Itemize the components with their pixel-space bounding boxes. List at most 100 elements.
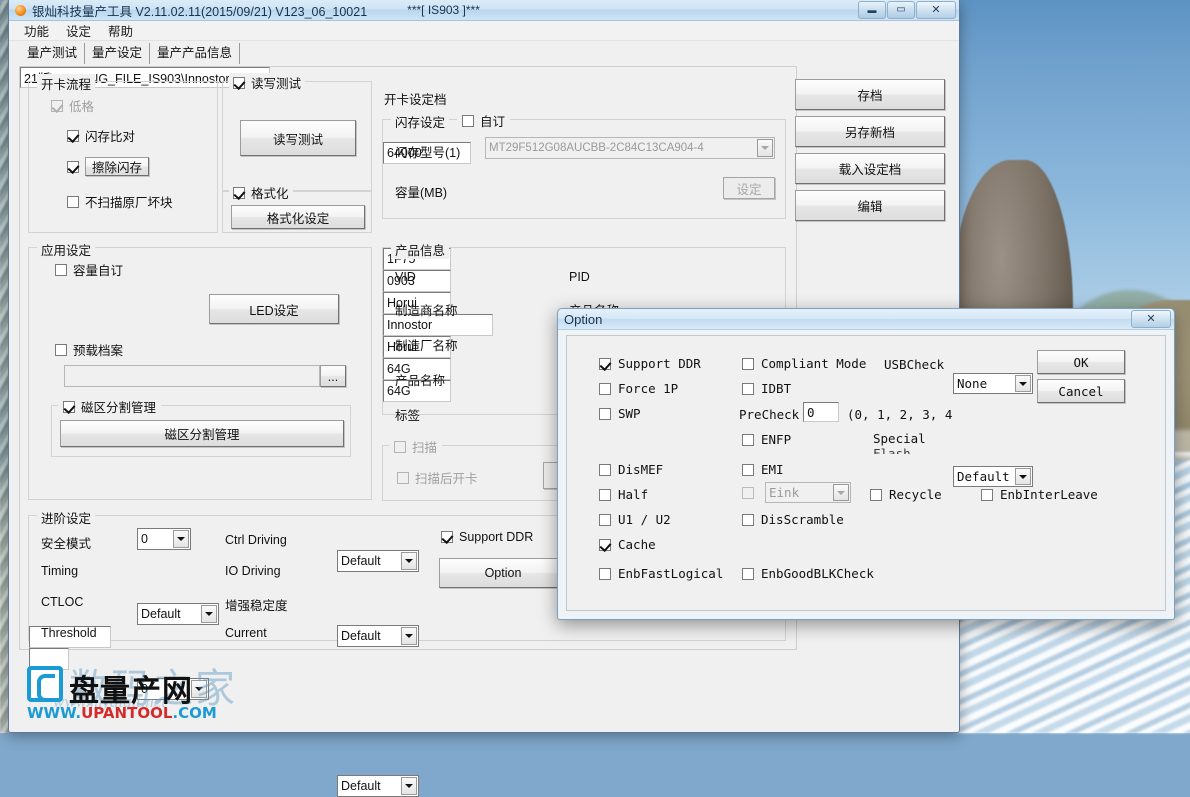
window-controls: ▬ ▭ ✕ <box>858 1 956 19</box>
checkbox-preload-file[interactable]: 预载档案 <box>55 340 123 359</box>
option-checkbox-swp[interactable]: SWP <box>599 406 641 421</box>
checkbox-flash-custom-label: 自订 <box>480 111 505 130</box>
save-file-button[interactable]: 存档 <box>795 79 945 110</box>
option-checkbox-enbinterleave[interactable]: EnbInterLeave <box>981 487 1098 502</box>
format-settings-button[interactable]: 格式化设定 <box>231 205 365 229</box>
group-app-settings: 应用设定 容量自订 LED设定 预载档案 ... 磁区分割管理 磁区分割管理 <box>28 247 372 500</box>
preload-browse-button[interactable]: ... <box>320 365 346 387</box>
chevron-down-icon[interactable] <box>757 139 773 157</box>
chevron-down-icon[interactable] <box>1015 375 1031 392</box>
checkbox-skip-factory-bad-block-box <box>67 196 79 208</box>
option-cancel-button[interactable]: Cancel <box>1037 379 1125 403</box>
group-advanced-settings-title: 进阶设定 <box>37 508 95 527</box>
chevron-down-icon[interactable] <box>1015 468 1031 485</box>
option-checkbox-half-box <box>599 489 611 501</box>
chevron-down-icon[interactable] <box>401 777 417 795</box>
current-value: Default <box>341 779 381 793</box>
option-checkbox-compliant-mode-box <box>742 358 754 370</box>
checkbox-erase-flash[interactable]: 擦除闪存 <box>67 157 149 176</box>
option-checkbox-recycle[interactable]: Recycle <box>870 487 942 502</box>
menu-settings[interactable]: 设定 <box>59 20 98 41</box>
option-checkbox-idbt[interactable]: IDBT <box>742 381 791 396</box>
tab-mass-production-settings[interactable]: 量产设定 <box>85 43 150 64</box>
option-checkbox-emi-box <box>742 464 754 476</box>
io-driving-combo[interactable]: Default <box>337 625 419 647</box>
security-mode-combo[interactable]: 0 <box>137 528 191 550</box>
ctrl-driving-combo[interactable]: Default <box>337 550 419 572</box>
led-settings-button[interactable]: LED设定 <box>209 294 339 324</box>
option-checkbox-emi[interactable]: EMI <box>742 462 784 477</box>
option-checkbox-disscramble[interactable]: DisScramble <box>742 512 844 527</box>
tab-mass-production-test[interactable]: 量产测试 <box>19 43 85 64</box>
checkbox-skip-factory-bad-block[interactable]: 不扫描原厂坏块 <box>67 192 173 211</box>
erase-flash-button[interactable]: 擦除闪存 <box>85 157 149 176</box>
checkbox-scan-then-open-card-label: 扫描后开卡 <box>415 468 478 487</box>
group-format-title: 格式化 <box>251 183 289 202</box>
checkbox-flash-custom[interactable]: 自订 <box>457 111 510 130</box>
option-usbcheck-combo[interactable]: None <box>953 373 1033 394</box>
read-write-test-button[interactable]: 读写测试 <box>240 120 356 156</box>
edit-button[interactable]: 编辑 <box>795 190 945 221</box>
option-checkbox-compliant-mode[interactable]: Compliant Mode <box>742 356 866 371</box>
chevron-down-icon[interactable] <box>173 530 189 548</box>
flash-capacity-label: 容量(MB) <box>395 182 447 201</box>
option-checkbox-idbt-label: IDBT <box>761 381 791 396</box>
watermark-url-part3: .COM <box>172 704 216 722</box>
option-special-flash-combo[interactable]: Default <box>953 466 1033 487</box>
chevron-down-icon[interactable] <box>401 627 417 645</box>
minimize-button[interactable]: ▬ <box>858 1 886 19</box>
checkbox-support-ddr-main[interactable]: Support DDR <box>441 530 533 544</box>
option-checkbox-half[interactable]: Half <box>599 487 648 502</box>
option-precheck-input[interactable]: 0 <box>803 402 839 422</box>
chevron-down-icon[interactable] <box>833 484 849 501</box>
load-settings-button[interactable]: 载入设定档 <box>795 153 945 184</box>
timing-combo[interactable]: Default <box>137 603 219 625</box>
checkbox-scan-then-open-card[interactable]: 扫描后开卡 <box>397 468 478 487</box>
menu-help[interactable]: 帮助 <box>101 20 140 41</box>
option-ok-button[interactable]: OK <box>1037 350 1125 374</box>
option-usbcheck-value: None <box>957 376 987 391</box>
flash-model-combo[interactable]: MT29F512G08AUCBB-2C84C13CA904-4 <box>485 137 775 159</box>
option-checkbox-enbgoodblkcheck[interactable]: EnbGoodBLKCheck <box>742 566 874 581</box>
main-titlebar[interactable]: 银灿科技量产工具 V2.11.02.11(2015/09/21) V123_06… <box>9 0 959 21</box>
pid-input[interactable]: 0903 <box>383 270 451 292</box>
checkbox-capacity-custom[interactable]: 容量自订 <box>55 260 123 279</box>
option-button[interactable]: Option <box>439 558 567 588</box>
chevron-down-icon[interactable] <box>401 552 417 570</box>
save-as-file-button[interactable]: 另存新档 <box>795 116 945 147</box>
checkbox-read-write-test[interactable]: 读写测试 <box>229 73 305 92</box>
option-close-button[interactable]: ✕ <box>1131 310 1171 328</box>
option-checkbox-enbfastlogical[interactable]: EnbFastLogical <box>599 566 723 581</box>
menu-function[interactable]: 功能 <box>17 20 56 41</box>
checkbox-low-format[interactable]: 低格 <box>51 96 94 115</box>
option-checkbox-eink[interactable] <box>742 487 754 499</box>
checkbox-support-ddr-main-box <box>441 531 453 543</box>
checkbox-scan-box <box>394 441 406 453</box>
option-checkbox-dismef-box <box>599 464 611 476</box>
checkbox-format[interactable]: 格式化 <box>229 183 293 202</box>
checkbox-scan[interactable]: 扫描 <box>389 437 442 456</box>
current-combo[interactable]: Default <box>337 775 419 797</box>
chevron-down-icon[interactable] <box>201 605 217 623</box>
checkbox-partition-manage[interactable]: 磁区分割管理 <box>58 397 161 416</box>
close-button[interactable]: ✕ <box>916 1 956 19</box>
checkbox-flash-compare[interactable]: 闪存比对 <box>67 126 135 145</box>
option-checkbox-dismef[interactable]: DisMEF <box>599 462 663 477</box>
option-eink-combo[interactable]: Eink <box>765 482 851 503</box>
option-checkbox-u1-u2[interactable]: U1 / U2 <box>599 512 671 527</box>
option-checkbox-enfp-box <box>742 434 754 446</box>
option-checkbox-force-1p[interactable]: Force 1P <box>599 381 678 396</box>
option-checkbox-support-ddr[interactable]: Support DDR <box>599 356 701 371</box>
option-checkbox-enfp[interactable]: ENFP <box>742 432 791 447</box>
group-flash-settings-title: 闪存设定 <box>391 112 449 131</box>
option-dialog-titlebar[interactable]: Option ✕ <box>558 309 1174 330</box>
preload-file-path-input[interactable] <box>64 365 320 387</box>
tab-product-info[interactable]: 量产产品信息 <box>150 43 240 64</box>
checkbox-format-box <box>233 187 245 199</box>
maximize-button[interactable]: ▭ <box>887 1 915 19</box>
flash-set-button[interactable]: 设定 <box>723 177 775 199</box>
option-checkbox-cache-box <box>599 539 611 551</box>
partition-manage-button[interactable]: 磁区分割管理 <box>60 420 344 447</box>
option-checkbox-cache[interactable]: Cache <box>599 537 656 552</box>
security-mode-value: 0 <box>141 532 148 546</box>
